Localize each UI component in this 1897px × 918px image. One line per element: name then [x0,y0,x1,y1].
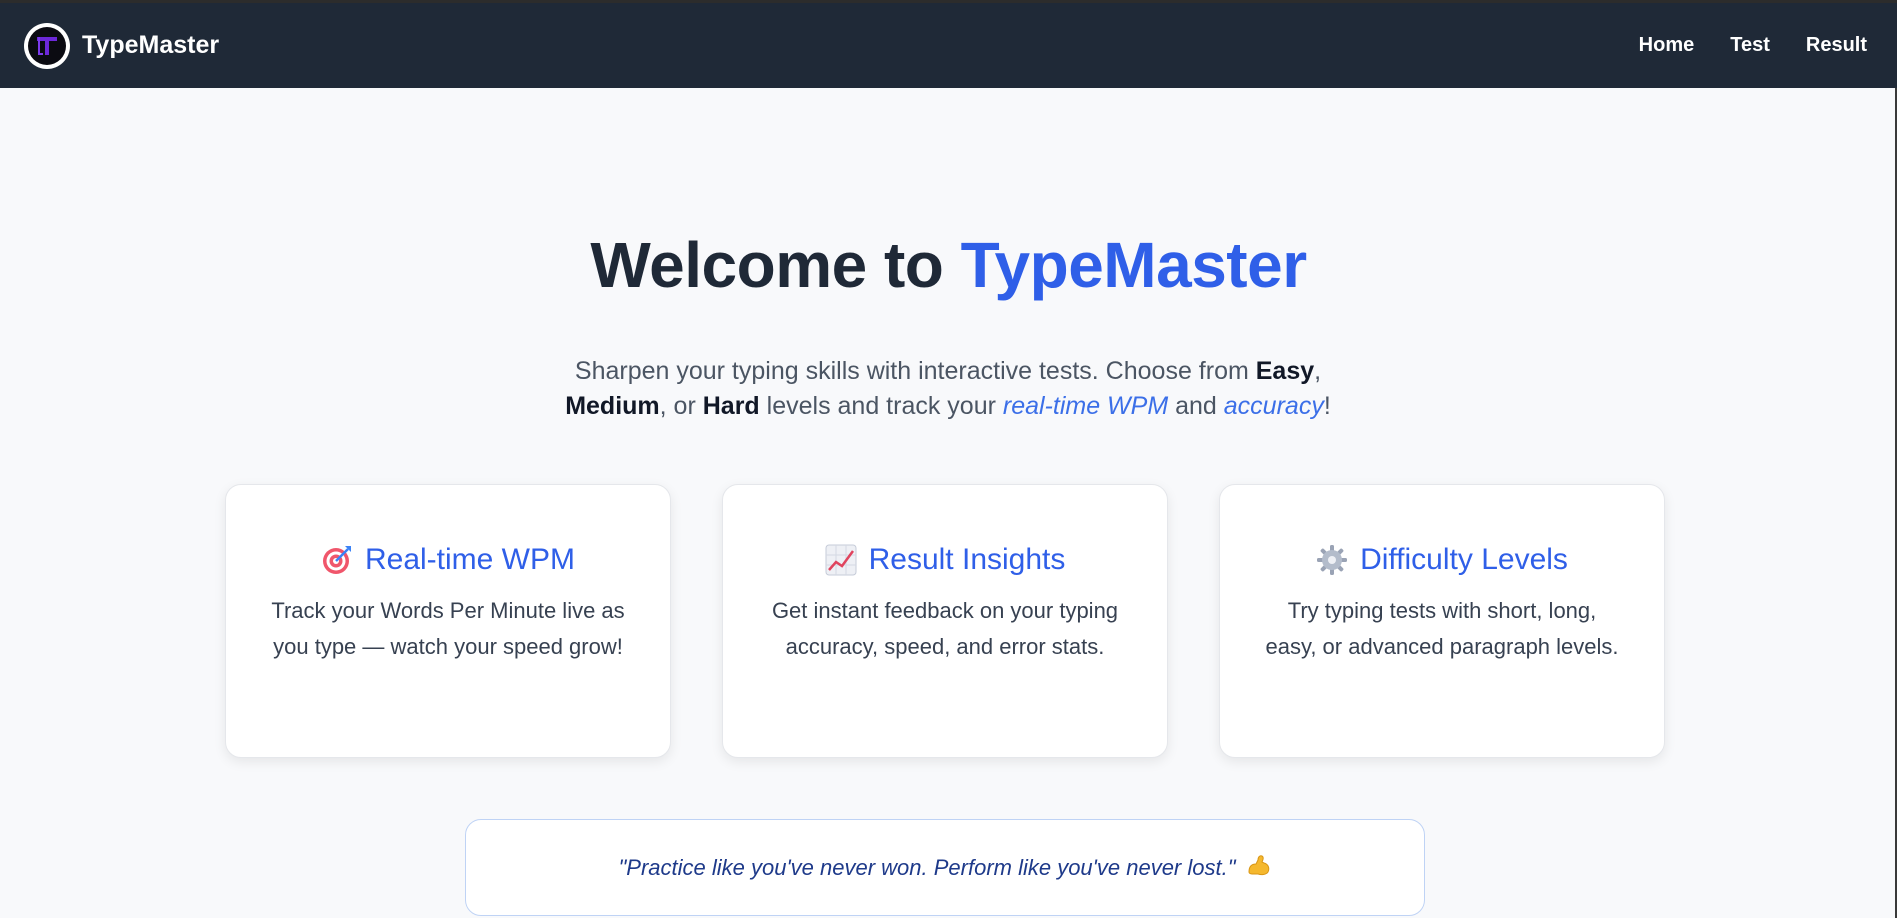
hero-sub-and: and [1168,392,1224,420]
card-desc-difficulty: Try typing tests with short, long, easy,… [1265,598,1619,659]
hero-title-prefix: Welcome to [590,229,961,301]
highlight-wpm: real-time WPM [1002,392,1169,420]
chart-increasing-icon [825,544,857,576]
gear-icon [1316,544,1348,576]
target-icon [321,544,353,576]
card-desc-insights: Get instant feedback on your typing accu… [771,598,1119,659]
nav-link-result[interactable]: Result [1806,34,1867,57]
hero-sub-part1: Sharpen your typing skills with interact… [574,357,1256,385]
feature-card-insights: Result Insights Get instant feedback on … [722,484,1168,758]
card-title-insights: Result Insights [868,543,1066,576]
card-title-difficulty: Difficulty Levels [1360,543,1568,576]
level-easy: Easy [1255,357,1315,385]
level-hard: Hard [702,392,760,420]
brand-name: TypeMaster [82,31,220,59]
motivation-quote: "Practice like you've never won. Perform… [465,819,1425,916]
hero-title: Welcome to TypeMaster [0,228,1897,302]
quote-text: "Practice like you've never won. Perform… [618,854,1236,880]
hero-title-accent: TypeMaster [960,229,1307,301]
brand[interactable]: TypeMaster [24,22,220,69]
logo-icon [24,22,70,69]
feature-card-wpm: Real-time WPM Track your Words Per Minut… [225,484,671,758]
hero-subtitle: Sharpen your typing skills with interact… [548,354,1348,424]
flexed-biceps-icon [1246,852,1272,883]
nav-link-test[interactable]: Test [1730,34,1770,57]
hero-sub-part3: levels and track your [759,392,1003,420]
hero-sub-comma: , [1314,357,1322,385]
navbar: TypeMaster Home Test Result [0,0,1897,88]
card-desc-wpm: Track your Words Per Minute live as you … [271,598,625,659]
highlight-accuracy: accuracy [1223,392,1324,420]
hero-sub-end: ! [1323,392,1331,420]
feature-card-difficulty: Difficulty Levels Try typing tests with … [1219,484,1665,758]
level-medium: Medium [565,392,660,420]
hero-sub-part2: , or [659,392,703,420]
nav-link-home[interactable]: Home [1639,34,1695,57]
nav-links: Home Test Result [1639,34,1867,57]
card-title-wpm: Real-time WPM [364,543,575,576]
